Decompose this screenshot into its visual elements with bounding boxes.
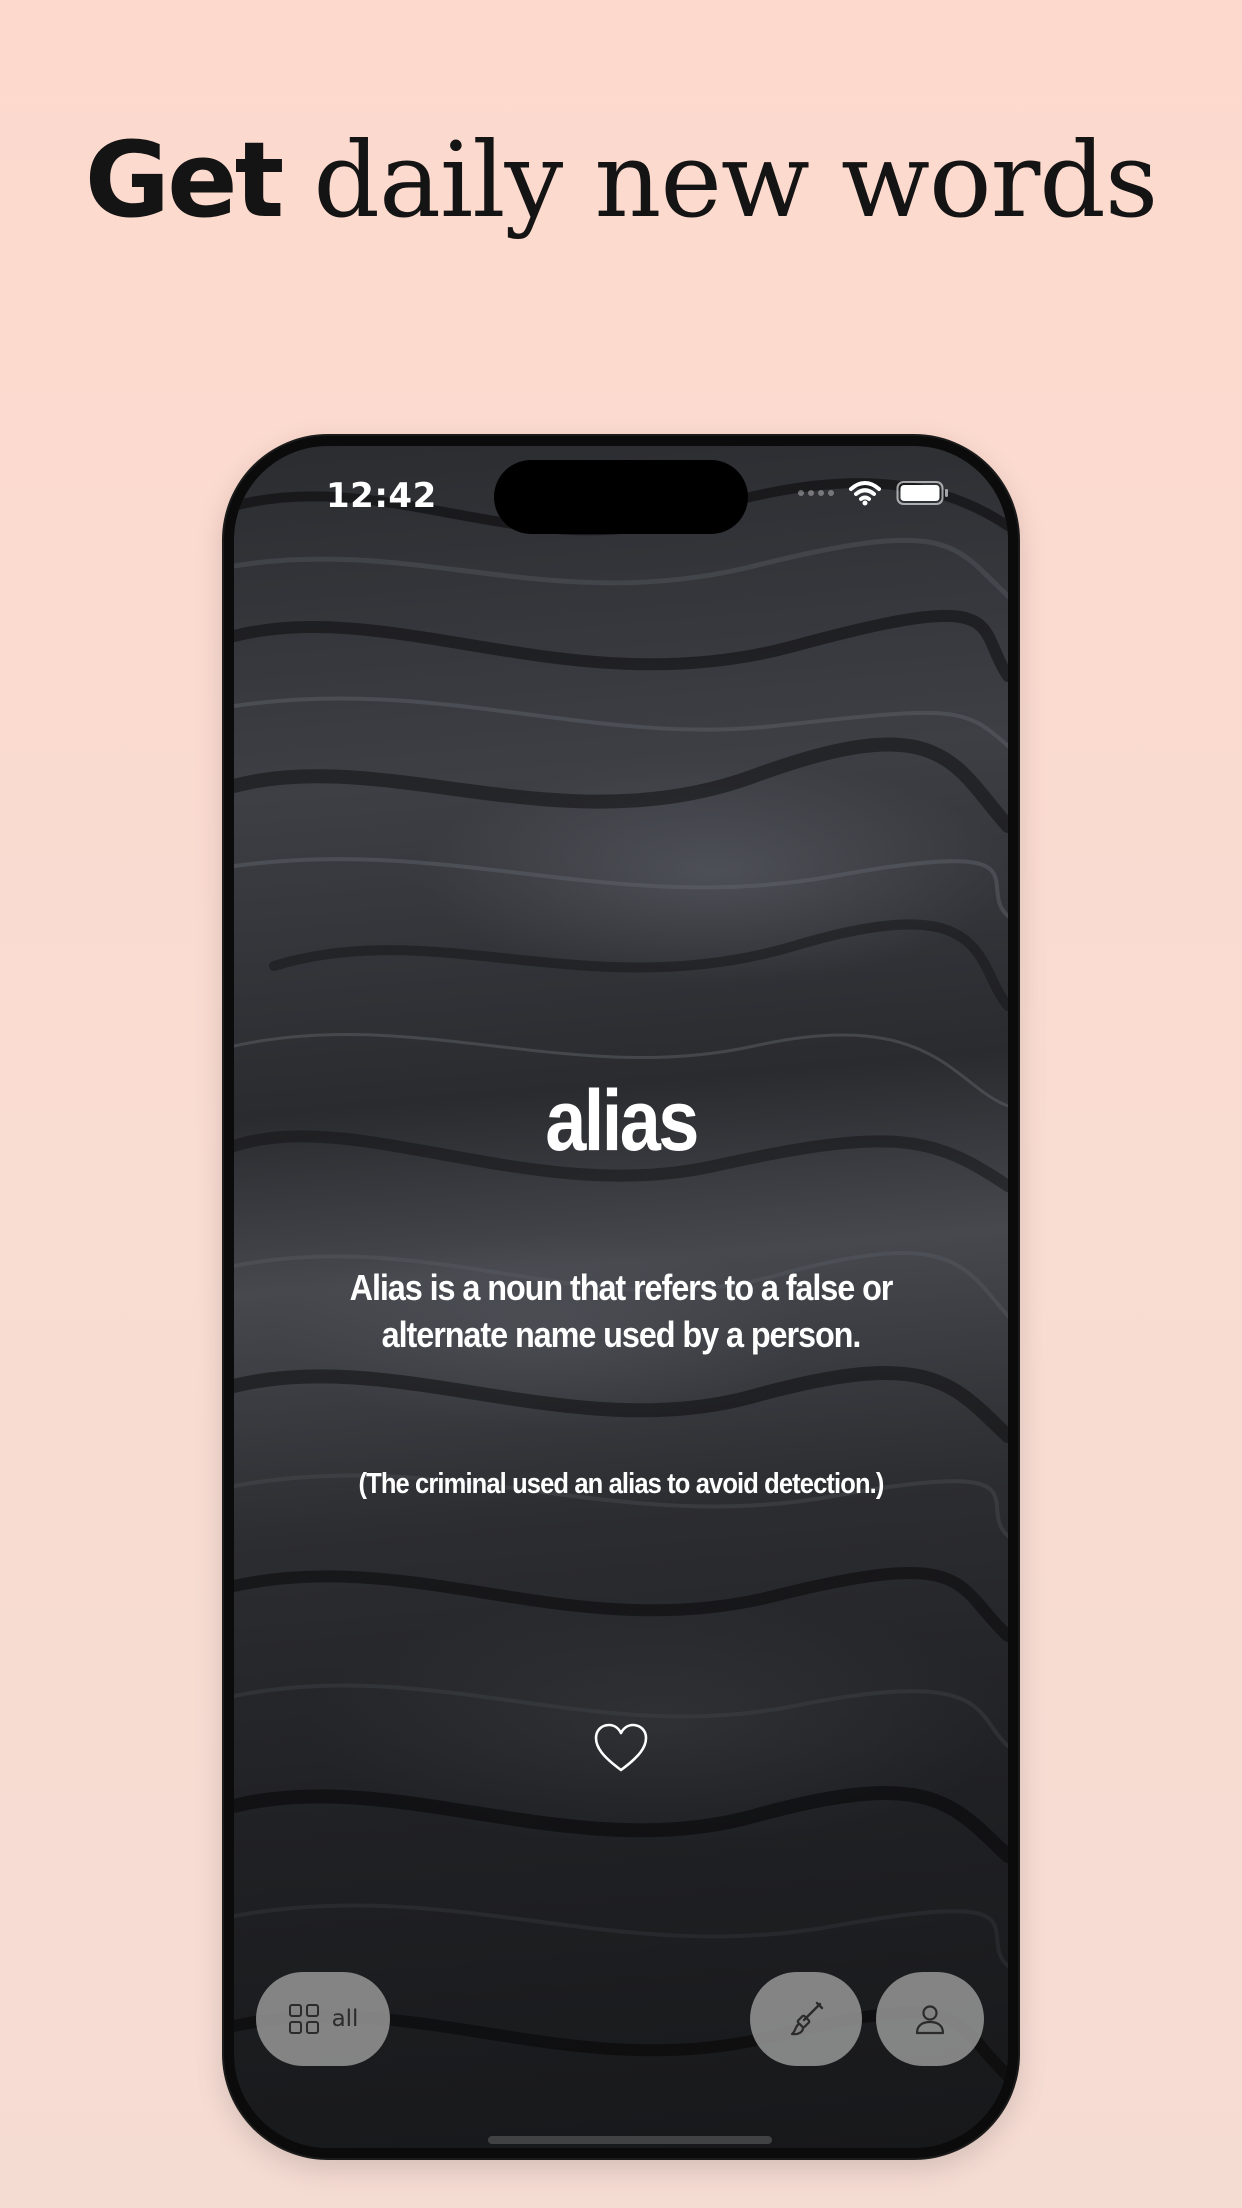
word-definition: Alias is a noun that refers to a false o…	[349, 1267, 894, 1355]
headline-rest: daily new words	[281, 119, 1158, 241]
profile-button[interactable]	[876, 1972, 984, 2066]
status-icons	[798, 476, 950, 510]
app-screen: 12:42 alias Alias is a noun that refers …	[234, 446, 1008, 2148]
person-icon	[915, 2005, 945, 2035]
wifi-icon	[849, 481, 881, 506]
word-example: (The criminal used an alias to avoid det…	[358, 1468, 884, 1500]
battery-icon	[896, 481, 948, 505]
category-all-button[interactable]: all	[256, 1972, 390, 2066]
status-time: 12:42	[326, 476, 437, 516]
word-title: alias	[545, 1073, 699, 1169]
marketing-headline: Get daily new words	[0, 128, 1242, 232]
theme-button[interactable]	[750, 1972, 862, 2066]
paintbrush-icon	[790, 2001, 824, 2036]
heart-outline-icon[interactable]	[592, 1720, 650, 1778]
dynamic-island	[494, 460, 748, 534]
phone-frame: 12:42 alias Alias is a noun that refers …	[224, 436, 1018, 2158]
headline-bold: Get	[84, 119, 285, 241]
category-label: all	[331, 2006, 359, 2032]
signal-dots-icon	[798, 490, 834, 496]
grid-icon	[288, 2004, 319, 2034]
home-indicator[interactable]	[488, 2136, 772, 2144]
